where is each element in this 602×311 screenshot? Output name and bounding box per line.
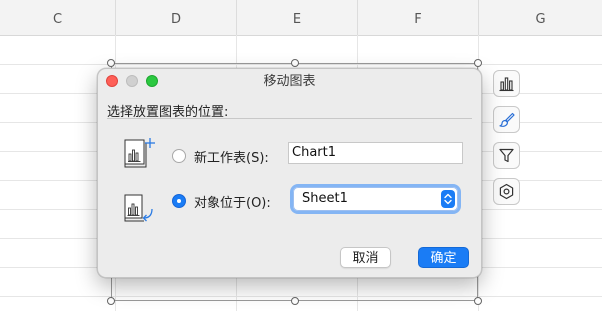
move-chart-dialog: 移动图表 选择放置图表的位置: 新工作表(S): Chart1 对象位于(O):… [97, 68, 482, 278]
select-arrows-icon [441, 190, 455, 208]
move-object-icon [124, 194, 153, 222]
column-header-f[interactable]: F [357, 0, 478, 35]
column-header-c[interactable]: C [0, 0, 115, 35]
column-header-d[interactable]: D [115, 0, 236, 35]
resize-handle[interactable] [107, 59, 115, 67]
cancel-button[interactable]: 取消 [340, 247, 391, 268]
object-in-label[interactable]: 对象位于(O): [194, 192, 271, 211]
chart-elements-button[interactable] [493, 70, 520, 97]
sheet-select-value: Sheet1 [302, 191, 348, 206]
new-sheet-radio[interactable] [172, 149, 186, 163]
spreadsheet: C D E F G 移动图表 选择放置图表的位置: 新工作表(S): Chart… [0, 0, 602, 311]
sheet-select[interactable]: Sheet1 [293, 187, 458, 211]
new-sheet-label[interactable]: 新工作表(S): [194, 147, 269, 166]
bar-chart-icon [499, 77, 514, 92]
resize-handle[interactable] [291, 59, 299, 67]
minimize-window-button[interactable] [126, 75, 138, 87]
hexagon-settings-icon [499, 183, 514, 200]
column-header-e[interactable]: E [236, 0, 357, 35]
chart-styles-button[interactable] [493, 106, 520, 133]
resize-handle[interactable] [474, 59, 482, 67]
brush-icon [499, 112, 515, 127]
maximize-window-button[interactable] [146, 75, 158, 87]
heading-divider [107, 118, 472, 119]
ok-button[interactable]: 确定 [418, 247, 469, 268]
chart-filters-button[interactable] [493, 142, 520, 169]
resize-handle[interactable] [107, 297, 115, 305]
resize-handle[interactable] [291, 297, 299, 305]
column-header-g[interactable]: G [478, 0, 602, 35]
close-window-button[interactable] [106, 75, 118, 87]
new-sheet-name-input[interactable]: Chart1 [288, 142, 463, 164]
resize-handle[interactable] [474, 297, 482, 305]
chart-settings-button[interactable] [493, 178, 520, 205]
object-in-radio[interactable] [172, 194, 186, 208]
new-sheet-icon [124, 138, 155, 168]
filter-icon [499, 148, 514, 163]
column-header-bar: C D E F G [0, 0, 602, 36]
